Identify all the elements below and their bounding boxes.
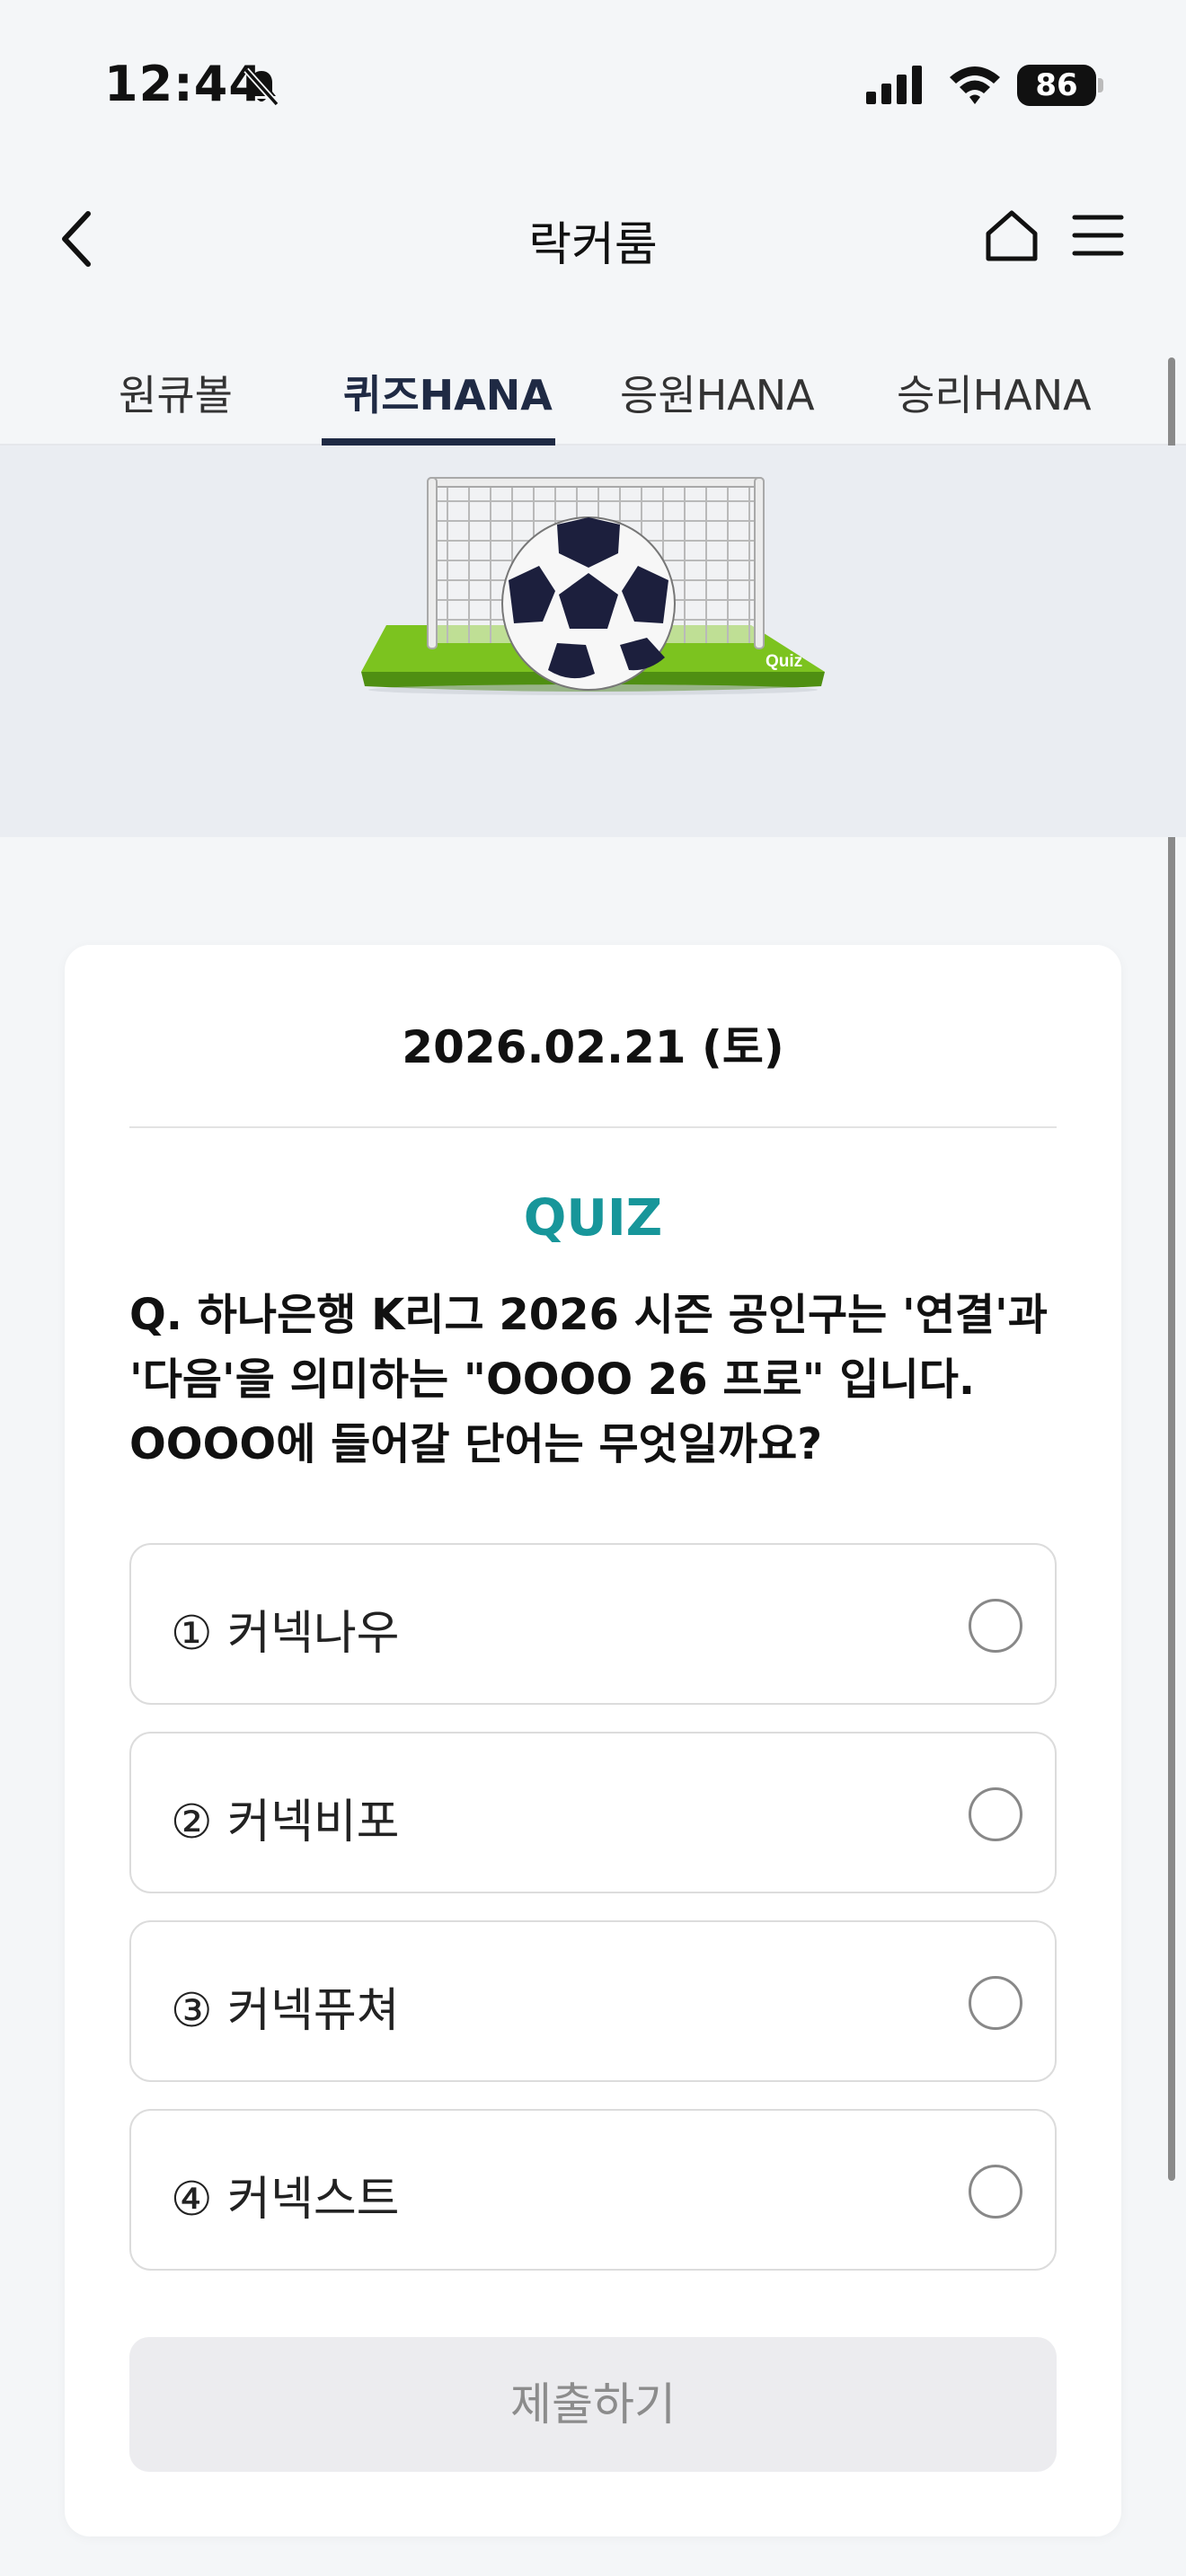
answer-option-1[interactable]: ① 커넥나우: [129, 1543, 1057, 1705]
option-label: ① 커넥나우: [171, 1607, 400, 1661]
quiz-question: Q. 하나은행 K리그 2026 시즌 공인구는 '연결'과 '다음'을 의미하…: [129, 1283, 1064, 1477]
question-line: '다음'을 의미하는 "OOOO 26 프로" 입니다.: [129, 1354, 976, 1405]
radio-button[interactable]: [969, 1976, 1022, 2030]
wifi-icon: [950, 66, 1000, 104]
tab-cheer-hana[interactable]: 응원HANA: [620, 363, 815, 422]
radio-button[interactable]: [969, 1787, 1022, 1841]
answer-option-2[interactable]: ② 커넥비포: [129, 1732, 1057, 1893]
tab-bar: 원큐볼 퀴즈HANA 응원HANA 승리HANA: [0, 332, 1186, 446]
answer-option-3[interactable]: ③ 커넥퓨쳐: [129, 1920, 1057, 2082]
home-icon[interactable]: [983, 207, 1040, 264]
tab-quiz-hana[interactable]: 퀴즈HANA: [343, 363, 553, 422]
quiz-date: 2026.02.21 (토): [402, 1021, 784, 1073]
radio-button[interactable]: [969, 2165, 1022, 2219]
banner-badge: Quiz: [766, 652, 802, 671]
quiz-card: 2026.02.21 (토) QUIZ Q. 하나은행 K리그 2026 시즌 …: [65, 945, 1121, 2536]
status-bar: 12:44 86: [0, 0, 1186, 171]
quiz-banner: Quiz: [0, 446, 1186, 837]
soccer-goal-illustration: Quiz: [361, 477, 825, 695]
divider: [129, 1126, 1057, 1128]
option-label: ③ 커넥퓨쳐: [171, 1984, 400, 2038]
hamburger-menu-icon[interactable]: [1071, 208, 1125, 262]
battery-level: 86: [1017, 65, 1096, 106]
submit-button[interactable]: 제출하기: [129, 2337, 1057, 2472]
app-header: 락커룸: [0, 171, 1186, 305]
tab-one-q-ball[interactable]: 원큐볼: [119, 363, 233, 422]
option-label: ② 커넥비포: [171, 1795, 400, 1849]
option-label: ④ 커넥스트: [171, 2173, 400, 2227]
radio-button[interactable]: [969, 1599, 1022, 1653]
status-time: 12:44: [104, 56, 263, 112]
page: 12:44 86 락커룸 원큐볼 퀴즈HANA 응원HANA 승리HANA Qu…: [0, 0, 1186, 2576]
question-line: Q. 하나은행 K리그 2026 시즌 공인구는 '연결'과: [129, 1290, 1048, 1340]
bell-muted-icon: [243, 67, 279, 107]
tab-victory-hana[interactable]: 승리HANA: [897, 363, 1092, 422]
quiz-heading: QUIZ: [523, 1189, 663, 1248]
answer-option-4[interactable]: ④ 커넥스트: [129, 2109, 1057, 2271]
cellular-signal-icon: [866, 66, 922, 104]
battery-icon: 86: [1017, 65, 1103, 106]
question-line: OOOO에 들어갈 단어는 무엇일까요?: [129, 1419, 823, 1469]
active-tab-indicator: [322, 438, 555, 446]
